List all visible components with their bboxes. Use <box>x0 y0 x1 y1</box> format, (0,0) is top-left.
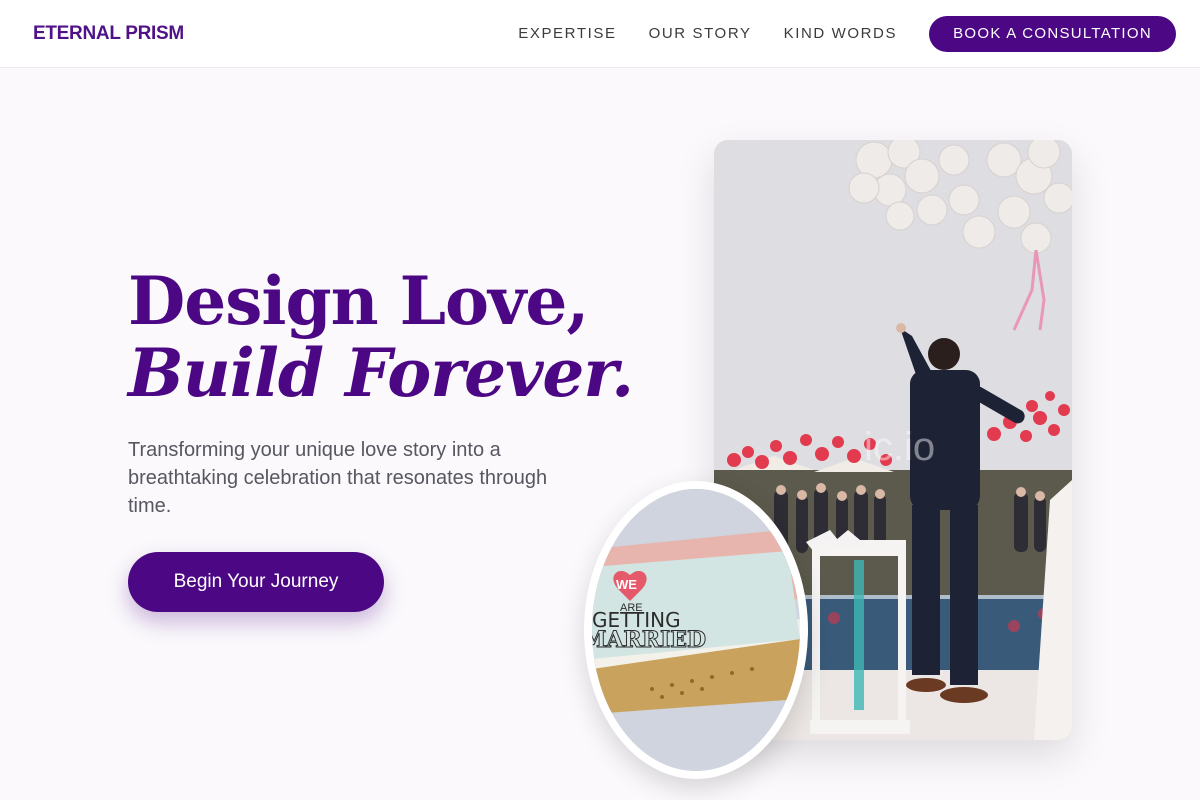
invitation-married: MARRIED <box>592 627 706 653</box>
main-nav: EXPERTISE OUR STORY KIND WORDS BOOK A CO… <box>518 15 1176 52</box>
invitation-illustration: WE ARE GETTING MARRIED <box>592 489 800 771</box>
begin-journey-button[interactable]: Begin Your Journey <box>128 552 384 612</box>
wedding-invitation-photo: WE ARE GETTING MARRIED <box>584 481 808 779</box>
nav-link-our-story[interactable]: OUR STORY <box>649 25 752 42</box>
hero-title: Design Love, Build Forever. <box>128 262 634 412</box>
nav-link-expertise[interactable]: EXPERTISE <box>518 25 616 42</box>
hero-title-line2: Build Forever. <box>128 334 634 412</box>
hero-subtitle: Transforming your unique love story into… <box>128 439 548 517</box>
hero-title-line1: Design Love, <box>128 262 589 340</box>
brand-logo[interactable]: ETERNAL PRISM <box>33 23 184 45</box>
book-consultation-button[interactable]: BOOK A CONSULTATION <box>929 15 1176 52</box>
nav-link-kind-words[interactable]: KIND WORDS <box>784 25 898 42</box>
site-header: ETERNAL PRISM EXPERTISE OUR STORY KIND W… <box>0 0 1200 68</box>
watermark-text: ic.io <box>864 425 935 469</box>
invitation-we: WE <box>616 577 637 592</box>
